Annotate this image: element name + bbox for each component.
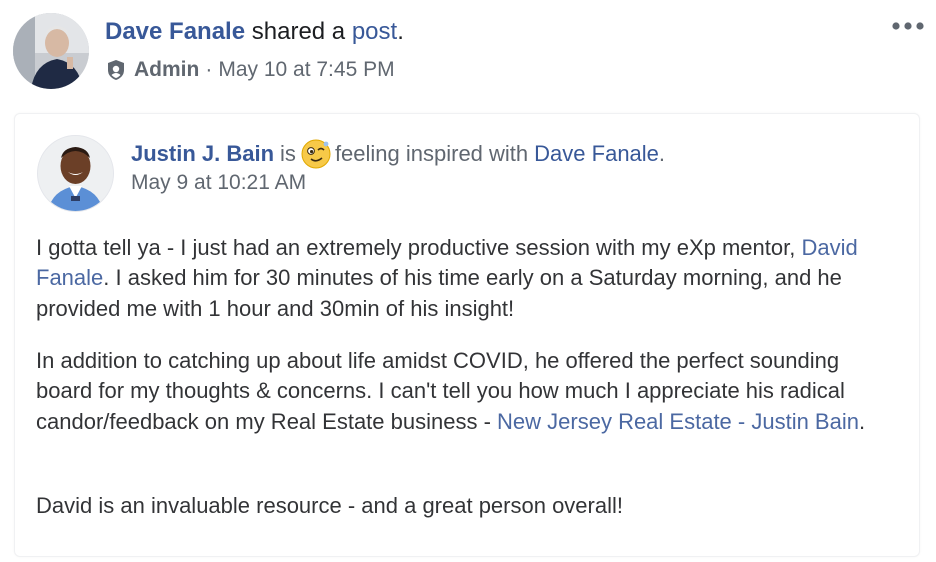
post-paragraph-1: I gotta tell ya - I just had an extremel… [36,233,896,324]
post-container: Dave Fanale shared a post. Admin · May 1… [0,0,936,562]
paragraph-text: . I asked him for 30 minutes of his time… [36,265,842,321]
paragraph-text: I gotta tell ya - I just had an extremel… [36,235,796,260]
header-meta: Admin · May 10 at 7:45 PM [106,58,395,82]
is-text: is [280,141,296,166]
post-timestamp[interactable]: May 10 at 7:45 PM [218,58,394,82]
admin-shield-icon [106,59,126,81]
shared-text: shared a [251,18,346,45]
headline-period: . [397,18,404,45]
share-headline: Dave Fanale shared a post. [105,18,404,46]
inspired-emoji-icon [300,138,332,170]
author-name-link[interactable]: Dave Fanale [105,18,245,45]
post-paragraph-3: David is an invaluable resource - and a … [36,493,623,518]
paragraph-text: . [858,408,866,434]
shared-post-headline: Justin J. Bain is feeling inspired with … [131,138,665,170]
author-avatar[interactable] [13,13,89,89]
shared-author-name-link[interactable]: Justin J. Bain [131,141,274,167]
shared-author-avatar[interactable] [37,135,114,212]
tagged-person-link[interactable]: Dave Fanale [534,141,659,167]
meta-separator: · [205,58,213,81]
headline-period: . [658,141,666,166]
post-link[interactable]: post [352,18,397,45]
business-page-link[interactable]: New Jersey Real Estate - Justin Bain [497,409,859,434]
post-paragraph-2: In addition to catching up about life am… [36,346,896,437]
more-options-icon [892,22,924,30]
shared-post-timestamp[interactable]: May 9 at 10:21 AM [131,171,306,195]
feeling-text: feeling inspired with [334,141,529,166]
more-options-button[interactable] [888,14,928,38]
admin-badge-label: Admin [134,58,200,81]
